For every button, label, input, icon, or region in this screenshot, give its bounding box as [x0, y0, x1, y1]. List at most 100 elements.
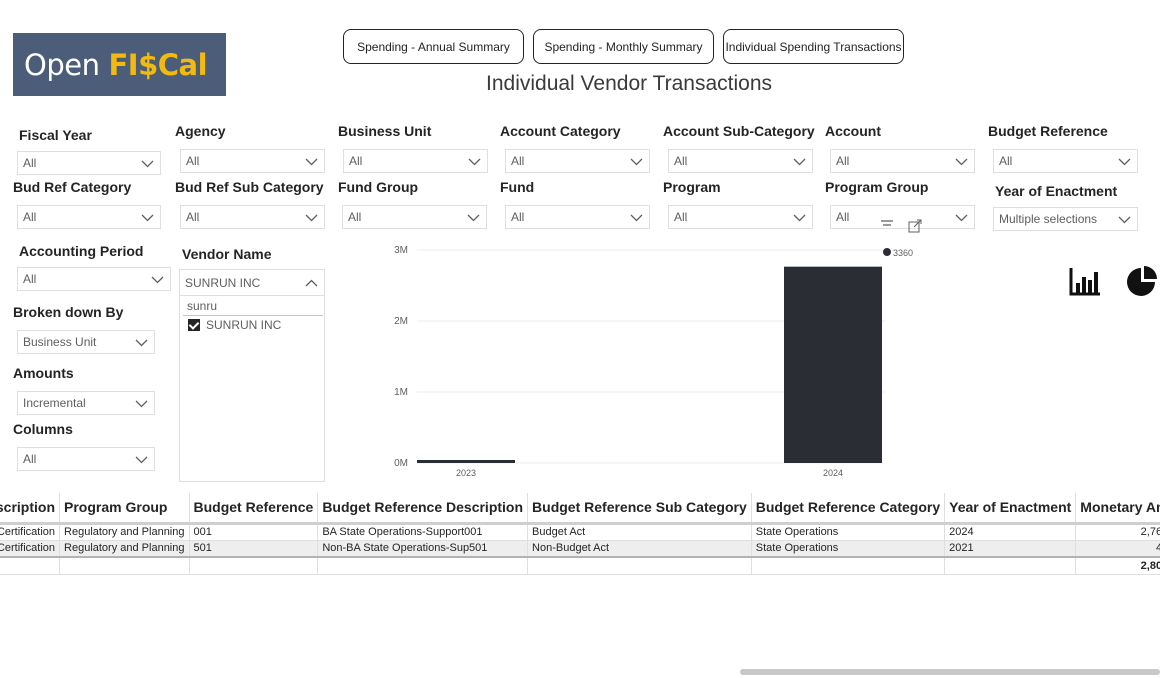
- chevron-down-icon: [305, 158, 318, 166]
- business-unit-dropdown[interactable]: All: [343, 149, 488, 173]
- program-group-label: Program Group: [825, 179, 929, 195]
- total-cell-empty: [189, 556, 319, 575]
- business-unit-label: Business Unit: [338, 123, 432, 139]
- vendor-name-dropdown[interactable]: SUNRUN INC: [180, 270, 324, 296]
- chevron-down-icon: [468, 158, 481, 166]
- table-header-row: Description Program Group Budget Referen…: [0, 493, 1160, 525]
- cell-budget-reference-sub-category: Non-Budget Act: [527, 540, 752, 558]
- account-category-label: Account Category: [500, 123, 621, 139]
- account-dropdown[interactable]: All: [830, 149, 975, 173]
- cell-budget-reference-description: Non-BA State Operations-Sup501: [317, 540, 529, 558]
- bar-2024: [784, 266, 882, 463]
- chevron-down-icon: [135, 339, 148, 347]
- chevron-down-icon: [467, 214, 480, 222]
- transactions-table-container: Description Program Group Budget Referen…: [0, 493, 1160, 583]
- account-label: Account: [825, 123, 881, 139]
- account-category-value: All: [511, 154, 525, 168]
- nav-individual-transactions-button[interactable]: Individual Spending Transactions: [723, 29, 904, 64]
- broken-down-by-dropdown[interactable]: Business Unit: [17, 330, 155, 354]
- y-tick-label: 3M: [394, 245, 408, 256]
- y-tick-label: 0M: [394, 458, 408, 469]
- checked-checkbox-icon[interactable]: [188, 319, 200, 331]
- more-options-icon[interactable]: [880, 218, 894, 230]
- agency-dropdown[interactable]: All: [180, 149, 325, 173]
- total-monetary-amount: 2,805,473.6: [1075, 556, 1160, 575]
- year-of-enactment-label: Year of Enactment: [995, 183, 1118, 199]
- logo-fiscal-text: FI$Cal: [108, 47, 208, 82]
- chevron-down-icon: [630, 158, 643, 166]
- chevron-down-icon: [955, 158, 968, 166]
- table-row[interactable]: Certification Regulatory and Planning 50…: [0, 540, 1160, 558]
- columns-dropdown[interactable]: All: [17, 447, 155, 471]
- bud-ref-category-label: Bud Ref Category: [13, 179, 132, 195]
- columns-value: All: [23, 452, 37, 466]
- header-program-group[interactable]: Program Group: [59, 493, 190, 525]
- year-of-enactment-dropdown[interactable]: Multiple selections: [993, 207, 1138, 231]
- chevron-down-icon: [305, 214, 318, 222]
- cell-year-of-enactment: 2021: [944, 540, 1077, 558]
- horizontal-scrollbar[interactable]: [740, 669, 1160, 675]
- fund-group-value: All: [348, 210, 362, 224]
- total-cell-empty: [0, 556, 61, 575]
- budget-reference-dropdown[interactable]: All: [993, 149, 1138, 173]
- vendor-name-selected: SUNRUN INC: [185, 275, 261, 290]
- bud-ref-sub-category-dropdown[interactable]: All: [180, 205, 325, 229]
- year-of-enactment-value: Multiple selections: [999, 212, 1098, 226]
- program-group-value: All: [836, 210, 850, 224]
- header-budget-reference-sub-category[interactable]: Budget Reference Sub Category: [527, 493, 752, 525]
- program-dropdown[interactable]: All: [668, 205, 813, 229]
- vendor-name-slicer: SUNRUN INC sunru SUNRUN INC: [179, 269, 325, 482]
- cell-program-group: Regulatory and Planning: [59, 540, 190, 558]
- cell-budget-reference: 501: [189, 540, 319, 558]
- nav-monthly-summary-button[interactable]: Spending - Monthly Summary: [533, 29, 714, 64]
- bud-ref-sub-category-label: Bud Ref Sub Category: [175, 179, 324, 195]
- y-tick-label: 2M: [394, 316, 408, 327]
- header-monetary-amount[interactable]: Monetary Amount: [1075, 493, 1160, 525]
- account-category-dropdown[interactable]: All: [505, 149, 650, 173]
- table-total-row: 2,805,473.6: [0, 556, 1160, 575]
- annotation-label: 3360: [893, 248, 913, 258]
- vendor-option-sunrun[interactable]: SUNRUN INC: [188, 317, 281, 333]
- accounting-period-label: Accounting Period: [19, 243, 144, 259]
- chevron-down-icon: [1118, 216, 1131, 224]
- fiscal-year-label: Fiscal Year: [19, 127, 92, 143]
- budget-reference-label: Budget Reference: [988, 123, 1108, 139]
- header-budget-reference[interactable]: Budget Reference: [189, 493, 319, 525]
- amounts-dropdown[interactable]: Incremental: [17, 391, 155, 415]
- header-year-of-enactment[interactable]: Year of Enactment: [944, 493, 1077, 525]
- table-row[interactable]: Certification Regulatory and Planning 00…: [0, 523, 1160, 541]
- bud-ref-category-dropdown[interactable]: All: [17, 205, 161, 229]
- account-sub-category-value: All: [674, 154, 688, 168]
- cell-monetary-amount: 40,182.0: [1075, 540, 1160, 558]
- chevron-down-icon: [955, 214, 968, 222]
- fiscal-year-value: All: [23, 156, 37, 170]
- vendor-name-label: Vendor Name: [182, 246, 272, 262]
- bar-chart-icon[interactable]: [1069, 266, 1101, 296]
- x-tick-label: 2024: [823, 468, 843, 478]
- vendor-search-input[interactable]: sunru: [183, 299, 323, 316]
- vendor-spending-bar-chart: 0M 1M 2M 3M 2023 2024 3360: [394, 245, 913, 478]
- fiscal-year-dropdown[interactable]: All: [17, 151, 161, 175]
- logo-open-text: Open: [24, 47, 100, 82]
- account-value: All: [836, 154, 850, 168]
- focus-mode-icon[interactable]: [908, 219, 922, 233]
- accounting-period-dropdown[interactable]: All: [17, 267, 171, 291]
- header-description[interactable]: Description: [0, 493, 61, 525]
- account-sub-category-dropdown[interactable]: All: [668, 149, 813, 173]
- budget-reference-value: All: [999, 154, 1013, 168]
- cell-budget-reference-description: BA State Operations-Support001: [317, 523, 529, 541]
- pie-chart-icon[interactable]: [1126, 265, 1158, 297]
- account-sub-category-label: Account Sub-Category: [663, 123, 815, 139]
- bar-2023: [417, 460, 515, 463]
- cell-budget-reference-sub-category: Budget Act: [527, 523, 752, 541]
- total-cell-empty: [751, 556, 946, 575]
- cell-budget-reference-category: State Operations: [751, 523, 946, 541]
- program-group-dropdown[interactable]: All: [830, 205, 975, 229]
- header-budget-reference-description[interactable]: Budget Reference Description: [317, 493, 529, 525]
- header-budget-reference-category[interactable]: Budget Reference Category: [751, 493, 946, 525]
- fund-group-dropdown[interactable]: All: [342, 205, 487, 229]
- fund-dropdown[interactable]: All: [505, 205, 650, 229]
- y-tick-label: 1M: [394, 387, 408, 398]
- nav-annual-summary-button[interactable]: Spending - Annual Summary: [343, 29, 524, 64]
- page-title: Individual Vendor Transactions: [486, 72, 773, 95]
